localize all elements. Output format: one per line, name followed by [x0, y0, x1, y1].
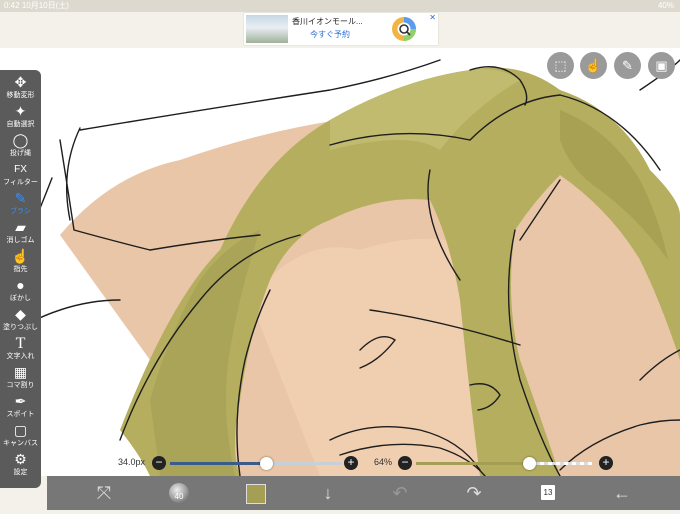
brush-size-knob[interactable] — [260, 457, 274, 470]
tool-auto-select[interactable]: ✦ 自動選択 — [0, 103, 41, 132]
selection-glyph: ⬚ — [554, 58, 567, 73]
tool-label: 塗りつぶし — [2, 324, 39, 331]
tool-label: キャンバス — [3, 440, 38, 447]
frame-divide-icon: ▦ — [13, 364, 28, 380]
tool-fill[interactable]: ◆ 塗りつぶし — [0, 306, 41, 335]
filter-icon: FX — [14, 164, 27, 175]
ad-title: 香川イオンモール... — [292, 17, 363, 26]
tool-label: 移動変形 — [6, 92, 35, 99]
tool-label: 設定 — [13, 469, 28, 476]
tool-label: ブラシ — [10, 208, 31, 215]
layer-count: 13 — [543, 488, 553, 497]
hand-icon[interactable]: ☝ — [580, 52, 607, 79]
tool-label: 投げ縄 — [10, 150, 31, 157]
ad-bar: 香川イオンモール... 今すぐ予約 ✕ — [0, 12, 680, 49]
tool-lasso[interactable]: ◯ 投げ縄 — [0, 132, 41, 161]
blur-icon: ● — [16, 277, 25, 293]
ad-logo-icon — [392, 17, 416, 41]
pen-icon[interactable]: ✎ — [614, 52, 641, 79]
tool-move[interactable]: ✥ 移動変形 — [0, 74, 41, 103]
brush-preview-button[interactable]: 40 — [165, 476, 193, 510]
opacity-track[interactable] — [416, 462, 592, 465]
brush-sliders: 34.0px − + 64% − + — [42, 452, 680, 474]
tool-frame-divide[interactable]: ▦ コマ割り — [0, 364, 41, 393]
tool-finger[interactable]: ☝ 指先 — [0, 248, 41, 277]
ad-close-icon[interactable]: ✕ — [429, 13, 436, 22]
tool-label: フィルター — [3, 179, 38, 186]
tool-brush[interactable]: ✎ ブラシ — [0, 190, 41, 219]
artwork — [0, 59, 680, 476]
opacity-decrease-button[interactable]: − — [398, 456, 412, 470]
tool-sidebar: ✥ 移動変形 ✦ 自動選択 ◯ 投げ縄 FX フィルター ✎ ブラシ ▰ 消しゴム ☝ 指先 … — [0, 70, 41, 488]
redo-icon[interactable]: ↷ — [459, 476, 489, 510]
status-bar: 0:42 10月10日(土) 40% — [0, 0, 680, 12]
fill-icon: ◆ — [15, 306, 26, 322]
arrow-down-icon[interactable]: ↓ — [313, 476, 343, 510]
canvas-icon: ▢ — [13, 422, 28, 438]
tool-eyedropper[interactable]: ✒ スポイト — [0, 393, 41, 422]
text-icon: T — [15, 335, 26, 352]
tool-filter[interactable]: FX フィルター — [0, 161, 41, 190]
brush-badge: 40 — [174, 492, 184, 501]
drawing-canvas[interactable] — [0, 48, 680, 476]
tool-label: 文字入れ — [6, 353, 35, 360]
opacity-fill — [416, 462, 529, 465]
brush-icon: ✎ — [14, 190, 27, 206]
layers-button[interactable]: 13 — [533, 476, 563, 510]
pen-glyph: ✎ — [622, 58, 633, 73]
tool-label: ぼかし — [10, 295, 31, 302]
tool-label: コマ割り — [6, 382, 35, 389]
image-icon[interactable]: ▣ — [648, 52, 675, 79]
magic-wand-icon: ✦ — [14, 103, 27, 119]
tool-label: スポイト — [6, 411, 35, 418]
image-glyph: ▣ — [655, 58, 668, 73]
brush-size-decrease-button[interactable]: − — [152, 456, 166, 470]
undo-icon[interactable]: ↶ — [385, 476, 415, 510]
brush-size-increase-button[interactable]: + — [344, 456, 358, 470]
hand-glyph: ☝ — [585, 58, 602, 73]
brush-size-track[interactable] — [170, 462, 342, 465]
finger-icon: ☝ — [11, 248, 30, 264]
tool-text[interactable]: T 文字入れ — [0, 335, 41, 364]
tool-label: 自動選択 — [6, 121, 35, 128]
ad-banner[interactable]: 香川イオンモール... 今すぐ予約 ✕ — [244, 13, 438, 45]
gear-icon: ⚙ — [14, 451, 27, 467]
brush-size-fill — [170, 462, 267, 465]
lasso-icon: ◯ — [12, 132, 29, 148]
ad-cta-button[interactable]: 今すぐ予約 — [300, 29, 360, 41]
status-time: 0:42 — [4, 1, 20, 10]
opacity-knob[interactable] — [522, 457, 536, 470]
back-arrow-icon[interactable]: ← — [607, 476, 637, 510]
tool-label: 消しゴム — [6, 237, 35, 244]
color-swatch — [246, 484, 266, 504]
current-color-button[interactable] — [241, 476, 271, 510]
tool-canvas[interactable]: ▢ キャンバス — [0, 422, 41, 451]
ad-photo — [246, 15, 288, 43]
status-date: 10月10日(土) — [21, 1, 69, 10]
tool-blur[interactable]: ● ぼかし — [0, 277, 41, 306]
battery-level: 40% — [657, 1, 674, 10]
eyedropper-icon: ✒ — [14, 393, 27, 409]
opacity-value: 64% — [374, 457, 393, 467]
layers-icon: 13 — [541, 485, 555, 500]
tool-label: 指先 — [13, 266, 28, 273]
selection-icon[interactable]: ⬚ — [547, 52, 574, 79]
tool-settings[interactable]: ⚙ 設定 — [0, 451, 41, 480]
transform-icon[interactable]: ⤧ — [89, 476, 119, 510]
tool-eraser[interactable]: ▰ 消しゴム — [0, 219, 41, 248]
eraser-icon: ▰ — [15, 219, 26, 235]
status-time-date: 0:42 10月10日(土) — [4, 0, 69, 12]
bottom-toolbar: ⤧ 40 ↓ ↶ ↷ 13 ← — [47, 476, 680, 510]
move-icon: ✥ — [14, 74, 27, 90]
opacity-increase-button[interactable]: + — [599, 456, 613, 470]
brush-size-value: 34.0px — [118, 457, 146, 467]
